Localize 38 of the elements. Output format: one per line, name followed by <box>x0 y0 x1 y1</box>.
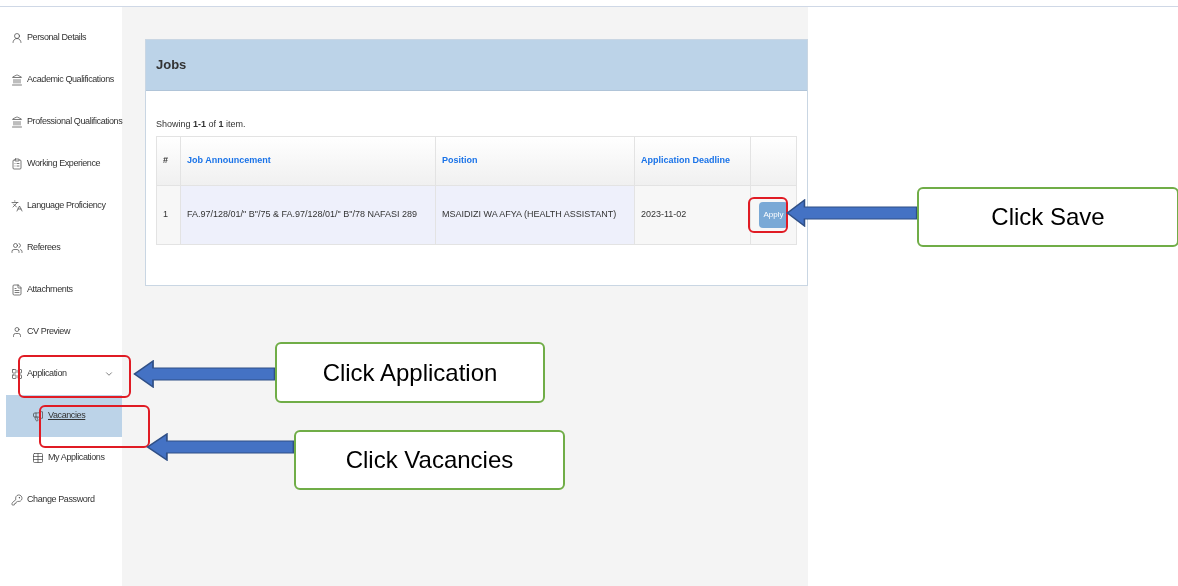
callout-text: Click Application <box>322 357 498 388</box>
megaphone-icon <box>32 410 44 422</box>
sidebar-item[interactable]: My Applications <box>6 437 122 479</box>
column-header: # <box>163 153 168 167</box>
panel-title: Jobs <box>156 56 187 75</box>
sidebar-item[interactable]: Application <box>6 353 122 395</box>
grid-icon <box>11 368 23 380</box>
table-cell-text: 2023-11-02 <box>641 207 687 221</box>
callout-text: Click Vacancies <box>345 445 514 475</box>
key-icon <box>11 494 23 506</box>
summary-text: Showing 1-1 of 1 item. <box>156 118 247 131</box>
table-icon <box>32 452 44 464</box>
sidebar-item[interactable]: Personal Details <box>6 17 122 59</box>
sidebar-item[interactable]: Language Proficiency <box>6 185 122 227</box>
translate-icon <box>11 200 23 212</box>
clipboard-icon <box>11 158 23 170</box>
sidebar-item[interactable]: Academic Qualifications <box>6 59 122 101</box>
column-header[interactable]: Position <box>442 153 478 168</box>
sidebar-item[interactable]: CV Preview <box>6 311 122 353</box>
sidebar-item[interactable]: Professional Qualifications <box>6 101 122 143</box>
building-icon <box>11 74 23 86</box>
column-header[interactable]: Application Deadline <box>641 153 730 168</box>
sidebar-item[interactable]: Vacancies <box>6 395 122 437</box>
callout-text: Click Save <box>991 202 1105 232</box>
column-header[interactable]: Job Announcement <box>187 153 271 168</box>
table-cell-text: 1 <box>163 207 168 221</box>
people-icon <box>11 242 23 254</box>
building-icon <box>11 116 23 128</box>
sidebar-item[interactable]: Attachments <box>6 269 122 311</box>
highlight-ring <box>748 197 788 233</box>
sidebar-item[interactable]: Referees <box>6 227 122 269</box>
sidebar-item[interactable]: Working Experience <box>6 143 122 185</box>
person-icon <box>11 32 23 44</box>
sidebar-item[interactable]: Change Password <box>6 479 122 521</box>
user-icon <box>11 326 23 338</box>
document-icon <box>11 284 23 296</box>
table-cell-text: FA.97/128/01/" B"/75 & FA.97/128/01/" B"/78 NAFASI 289 <box>187 207 417 221</box>
table-cell-text: MSAIDIZI WA AFYA (HEALTH ASSISTANT) <box>442 207 617 221</box>
